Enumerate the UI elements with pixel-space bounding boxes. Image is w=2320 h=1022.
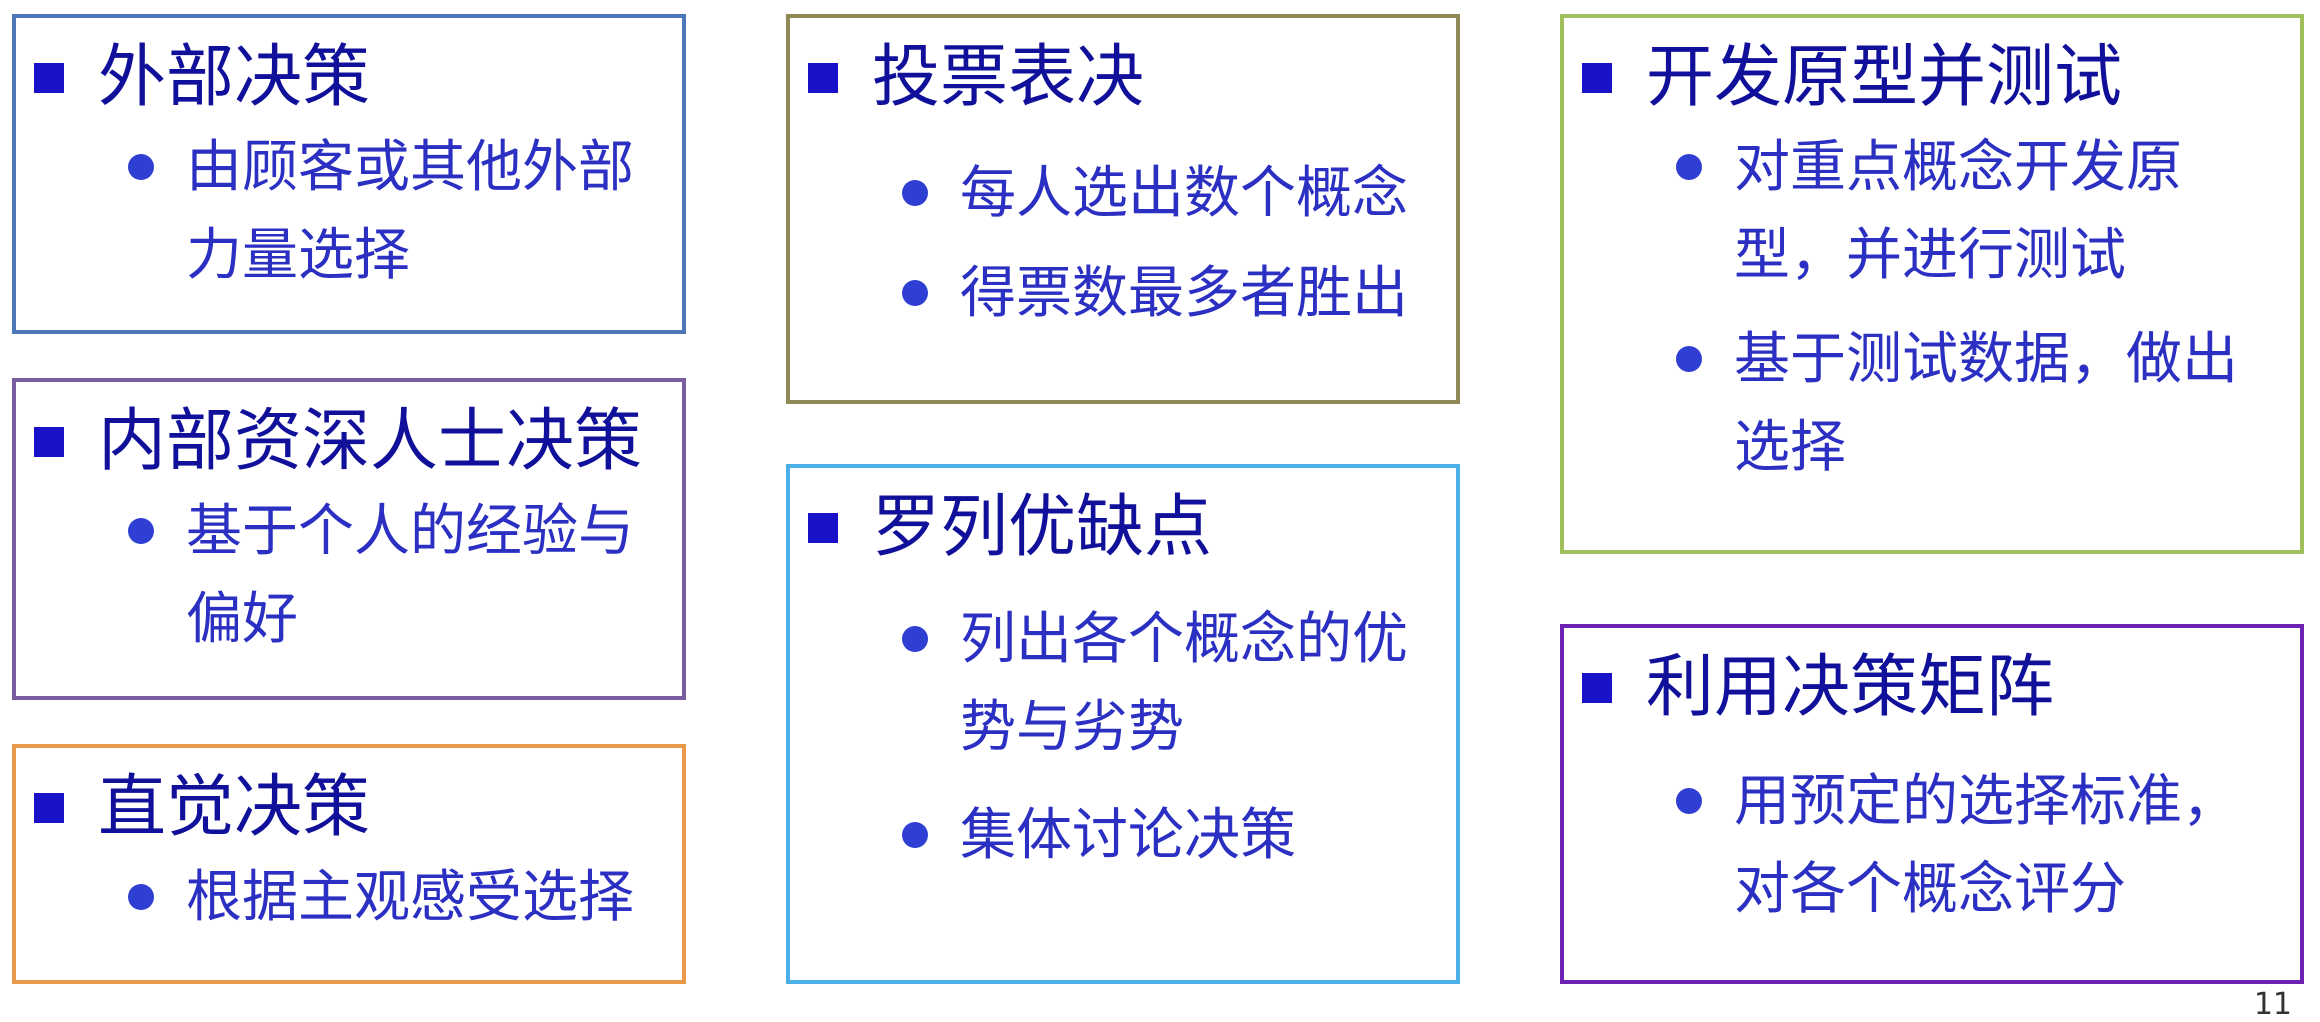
square-bullet-icon xyxy=(1582,673,1612,703)
card-title-text: 外部决策 xyxy=(98,38,371,117)
square-bullet-icon xyxy=(34,63,64,93)
list-item-text: 列出各个概念的优势与劣势 xyxy=(960,607,1408,760)
round-bullet-icon xyxy=(902,280,928,306)
list-item-text: 对重点概念开发原型，并进行测试 xyxy=(1734,135,2182,288)
card-title: 罗列优缺点 xyxy=(808,494,1212,562)
list-item-text: 基于测试数据，做出选择 xyxy=(1734,327,2238,480)
card-title: 外部决策 xyxy=(34,44,370,112)
square-bullet-icon xyxy=(1582,63,1612,93)
list-item: 用预定的选择标准，对各个概念评分 xyxy=(1676,758,2276,934)
round-bullet-icon xyxy=(128,154,154,180)
round-bullet-icon xyxy=(128,518,154,544)
round-bullet-icon xyxy=(1676,346,1702,372)
card-title: 内部资深人士决策 xyxy=(34,408,642,476)
card-internal-decision: 内部资深人士决策 基于个人的经验与偏好 xyxy=(12,378,686,700)
list-item: 每人选出数个概念 xyxy=(902,150,1442,238)
square-bullet-icon xyxy=(34,793,64,823)
square-bullet-icon xyxy=(808,63,838,93)
list-item: 得票数最多者胜出 xyxy=(902,250,1442,338)
list-item: 基于测试数据，做出选择 xyxy=(1676,316,2276,492)
card-title-text: 开发原型并测试 xyxy=(1646,38,2123,117)
round-bullet-icon xyxy=(1676,788,1702,814)
card-pros-cons: 罗列优缺点 列出各个概念的优势与劣势 集体讨论决策 xyxy=(786,464,1460,984)
list-item-text: 根据主观感受选择 xyxy=(186,865,634,930)
card-intuition-decision: 直觉决策 根据主观感受选择 xyxy=(12,744,686,984)
list-item-text: 集体讨论决策 xyxy=(960,803,1296,868)
card-title-text: 投票表决 xyxy=(872,38,1145,117)
card-title-text: 直觉决策 xyxy=(98,768,371,847)
list-item-text: 由顾客或其他外部力量选择 xyxy=(186,135,634,288)
list-item-text: 用预定的选择标准，对各个概念评分 xyxy=(1734,769,2238,922)
list-item: 基于个人的经验与偏好 xyxy=(128,488,668,664)
round-bullet-icon xyxy=(902,626,928,652)
round-bullet-icon xyxy=(902,822,928,848)
list-item: 根据主观感受选择 xyxy=(128,854,688,942)
list-item-text: 得票数最多者胜出 xyxy=(960,261,1408,326)
square-bullet-icon xyxy=(34,427,64,457)
square-bullet-icon xyxy=(808,513,838,543)
list-item-text: 每人选出数个概念 xyxy=(960,161,1408,226)
round-bullet-icon xyxy=(1676,154,1702,180)
round-bullet-icon xyxy=(128,884,154,910)
card-voting: 投票表决 每人选出数个概念 得票数最多者胜出 xyxy=(786,14,1460,404)
list-item: 由顾客或其他外部力量选择 xyxy=(128,124,668,300)
card-title: 直觉决策 xyxy=(34,774,370,842)
card-title: 利用决策矩阵 xyxy=(1582,654,2054,722)
card-title: 开发原型并测试 xyxy=(1582,44,2122,112)
card-title-text: 罗列优缺点 xyxy=(872,488,1213,567)
card-title: 投票表决 xyxy=(808,44,1144,112)
card-title-text: 内部资深人士决策 xyxy=(98,402,643,481)
card-prototype-test: 开发原型并测试 对重点概念开发原型，并进行测试 基于测试数据，做出选择 xyxy=(1560,14,2304,554)
card-decision-matrix: 利用决策矩阵 用预定的选择标准，对各个概念评分 xyxy=(1560,624,2304,984)
round-bullet-icon xyxy=(902,180,928,206)
page-number: 11 xyxy=(2253,987,2292,1022)
card-external-decision: 外部决策 由顾客或其他外部力量选择 xyxy=(12,14,686,334)
list-item: 集体讨论决策 xyxy=(902,792,1442,880)
list-item-text: 基于个人的经验与偏好 xyxy=(186,499,634,652)
list-item: 列出各个概念的优势与劣势 xyxy=(902,596,1442,772)
list-item: 对重点概念开发原型，并进行测试 xyxy=(1676,124,2276,300)
card-title-text: 利用决策矩阵 xyxy=(1646,648,2055,727)
